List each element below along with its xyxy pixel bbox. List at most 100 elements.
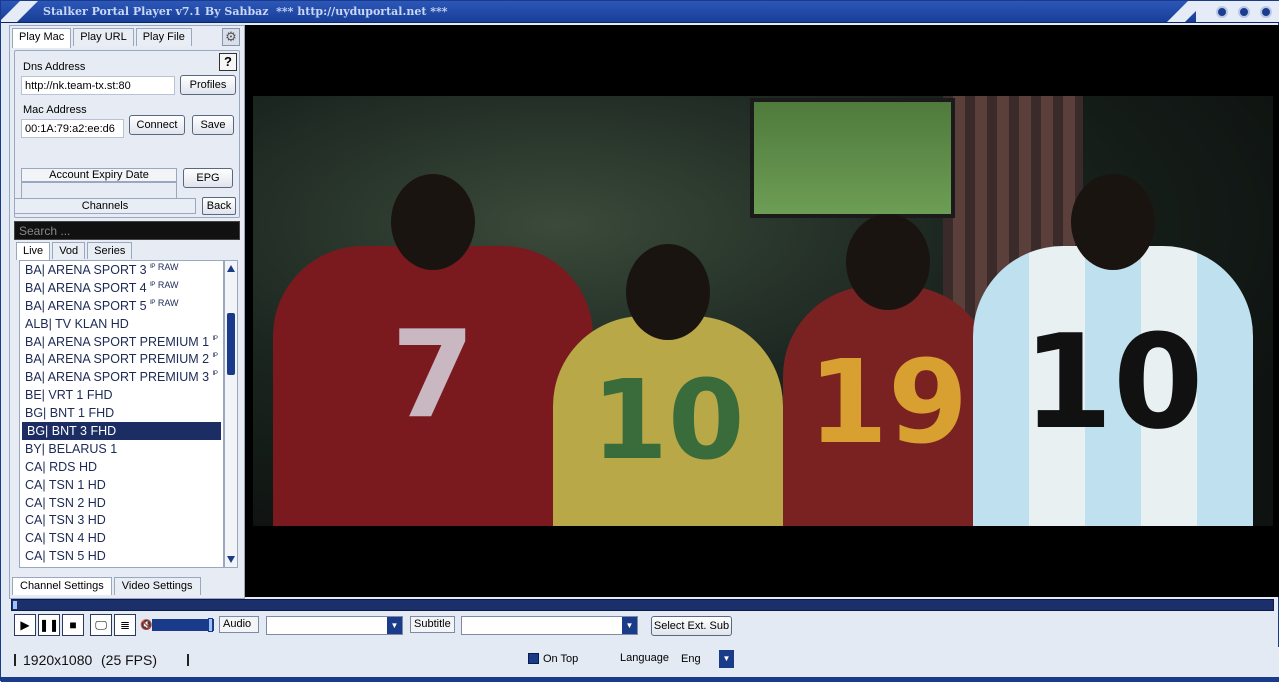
channel-item[interactable]: ALB| TV KLAN HD: [20, 315, 223, 333]
back-button[interactable]: Back: [202, 197, 236, 215]
channel-list[interactable]: BA| ARENA SPORT 3 ᴵᴾ RAW BA| ARENA SPORT …: [19, 260, 224, 568]
jersey-number: 19: [807, 336, 969, 470]
dns-input[interactable]: http://nk.team-tx.st:80: [21, 76, 175, 95]
scroll-thumb[interactable]: [227, 313, 235, 375]
audio-select[interactable]: ▼: [266, 616, 403, 635]
player-window: Stalker Portal Player v7.1 By Sahbaz ***…: [0, 0, 1279, 682]
channel-scrollbar[interactable]: [224, 260, 238, 568]
channel-tag: ᴵᴾ: [212, 369, 218, 380]
search-input[interactable]: Search ...: [14, 221, 240, 240]
dns-label: Dns Address: [23, 61, 86, 73]
profiles-button[interactable]: Profiles: [180, 75, 236, 95]
epg-button[interactable]: EPG: [183, 168, 233, 188]
account-expiry-label: Account Expiry Date: [21, 168, 177, 182]
title-controls-area: [1196, 1, 1279, 22]
channel-name: CA| TSN 1 HD: [25, 477, 106, 492]
channel-item[interactable]: BA| ARENA SPORT 4 ᴵᴾ RAW: [20, 279, 223, 297]
channel-tag: ᴵᴾ RAW: [150, 279, 179, 290]
tab-play-file[interactable]: Play File: [135, 28, 192, 46]
channel-item[interactable]: CA| TSN 1 HD: [20, 476, 223, 494]
channel-item[interactable]: BA| ARENA SPORT PREMIUM 2 ᴵᴾ: [20, 350, 223, 368]
channel-item[interactable]: BA| ARENA SPORT PREMIUM 1 ᴵᴾ: [20, 333, 223, 351]
content-tabs: Live Vod Series: [16, 242, 134, 260]
volume-slider[interactable]: [152, 618, 214, 632]
play-icon[interactable]: ▶: [14, 614, 36, 636]
chevron-down-icon[interactable]: ▼: [387, 617, 402, 634]
tab-video-settings[interactable]: Video Settings: [113, 577, 201, 595]
gear-icon[interactable]: ⚙: [222, 28, 240, 46]
channel-item[interactable]: CA| TSN 3 HD: [20, 511, 223, 529]
jersey-number: 10: [1022, 306, 1204, 458]
chevron-down-icon[interactable]: ▼: [719, 650, 734, 668]
channel-item[interactable]: BY| BELARUS 1: [20, 440, 223, 458]
fps-text: (25 FPS): [101, 652, 158, 668]
on-top-checkbox[interactable]: [528, 653, 539, 664]
subtitle-select[interactable]: ▼: [461, 616, 638, 635]
tab-live[interactable]: Live: [16, 242, 51, 260]
channel-item[interactable]: BG| BNT 1 FHD: [20, 404, 223, 422]
mute-icon[interactable]: 🔇: [140, 620, 152, 631]
channel-name: BY| BELARUS 1: [25, 441, 118, 456]
channel-tag: ᴵᴾ: [212, 351, 218, 362]
player-head: [1071, 174, 1155, 270]
channel-name: CA| TSN 5 HD: [25, 549, 106, 564]
channel-name: CA| TSN 4 HD: [25, 531, 106, 546]
connect-button[interactable]: Connect: [129, 115, 185, 135]
stop-icon[interactable]: ■: [62, 614, 84, 636]
channel-item[interactable]: BE| VRT 1 FHD: [20, 386, 223, 404]
tab-play-url[interactable]: Play URL: [73, 28, 134, 46]
player-figure: 19: [783, 214, 993, 526]
seek-knob[interactable]: [13, 601, 17, 609]
channel-item[interactable]: BA| ARENA SPORT PREMIUM 3 ᴵᴾ: [20, 368, 223, 386]
resolution-text: 1920x1080: [23, 652, 93, 668]
tab-play-mac[interactable]: Play Mac: [12, 28, 72, 48]
tab-channel-settings[interactable]: Channel Settings: [12, 577, 112, 595]
channel-item[interactable]: CA| TSN 2 HD: [20, 494, 223, 512]
channel-item[interactable]: CA| RDS HD: [20, 458, 223, 476]
tab-series[interactable]: Series: [87, 242, 133, 259]
channel-name: BA| ARENA SPORT 3: [25, 263, 151, 277]
on-top-label: On Top: [543, 653, 579, 665]
scroll-up-icon[interactable]: [227, 265, 235, 272]
portal-settings-group: ? Dns Address http://nk.team-tx.st:80 Pr…: [14, 50, 240, 218]
channel-item[interactable]: CA| TSN 5 HD: [20, 547, 223, 565]
status-separator: [187, 654, 189, 666]
video-area[interactable]: 7 10 19 10: [245, 25, 1279, 597]
channel-name: BA| ARENA SPORT PREMIUM 1: [25, 334, 213, 349]
seek-bar[interactable]: [11, 599, 1274, 611]
language-value: Eng: [681, 653, 701, 665]
save-button[interactable]: Save: [192, 115, 234, 135]
chevron-down-icon[interactable]: ▼: [622, 617, 637, 634]
channel-item[interactable]: CA| TSN 4 HD: [20, 529, 223, 547]
audio-label: Audio: [219, 616, 259, 633]
player-figure: 7: [273, 174, 593, 526]
select-ext-sub-button[interactable]: Select Ext. Sub: [651, 616, 732, 636]
pause-icon[interactable]: ❚❚: [38, 614, 60, 636]
playlist-icon[interactable]: ≣: [114, 614, 136, 636]
help-button[interactable]: ?: [219, 53, 237, 71]
minimize-icon[interactable]: [1216, 6, 1228, 18]
mac-input[interactable]: 00:1A:79:a2:ee:d6: [21, 119, 124, 138]
channel-name: BA| ARENA SPORT 5: [25, 298, 151, 313]
title-bar[interactable]: Stalker Portal Player v7.1 By Sahbaz ***…: [1, 1, 1279, 23]
language-label: Language: [620, 652, 669, 664]
scroll-down-icon[interactable]: [227, 556, 235, 563]
fullscreen-icon[interactable]: 🖵: [90, 614, 112, 636]
close-icon[interactable]: [1260, 6, 1272, 18]
window-title: Stalker Portal Player v7.1 By Sahbaz ***…: [43, 5, 448, 18]
channel-name: CA| RDS HD: [25, 459, 98, 474]
title-stripe: [1, 1, 38, 22]
channel-item[interactable]: CA| SAT 1 SOL HD: [20, 565, 223, 567]
channel-item[interactable]: BG| BNT 3 FHD: [22, 422, 221, 440]
channel-item[interactable]: BA| ARENA SPORT 3 ᴵᴾ RAW: [20, 261, 223, 279]
video-frame: 7 10 19 10: [253, 96, 1273, 526]
channel-tag: ᴵᴾ RAW: [150, 297, 179, 308]
tab-vod[interactable]: Vod: [52, 242, 86, 259]
language-select[interactable]: Eng ▼: [677, 650, 734, 668]
jersey-number: 10: [591, 356, 745, 484]
channel-tag: ᴵᴾ: [212, 333, 218, 344]
channel-item[interactable]: BA| ARENA SPORT 5 ᴵᴾ RAW: [20, 297, 223, 315]
volume-knob[interactable]: [208, 618, 213, 632]
channel-name: CA| TSN 3 HD: [25, 513, 106, 528]
maximize-icon[interactable]: [1238, 6, 1250, 18]
